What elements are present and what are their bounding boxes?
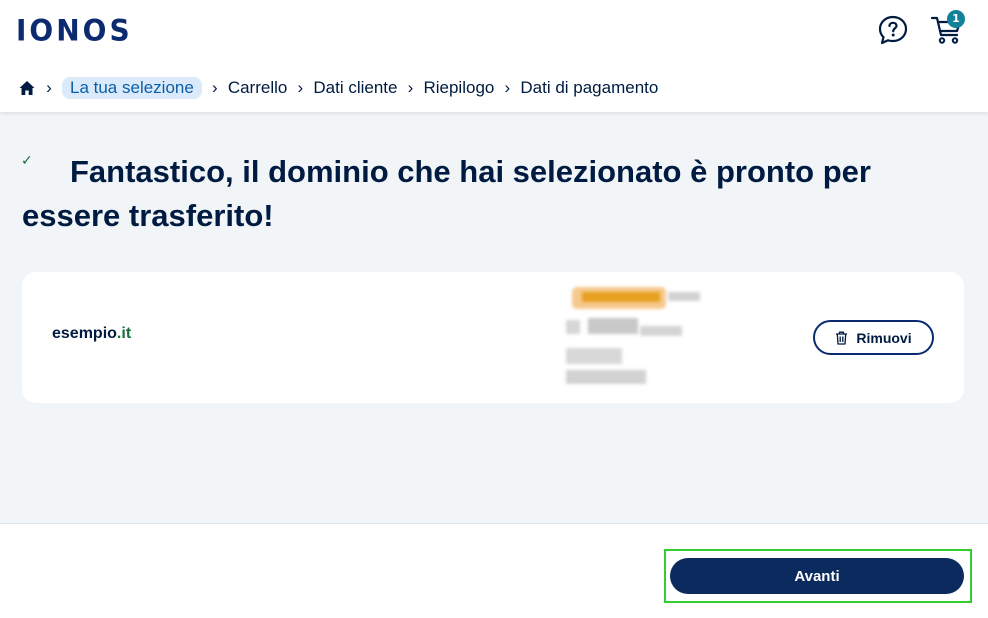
- next-button[interactable]: Avanti: [670, 558, 964, 594]
- breadcrumb: › La tua selezione › Carrello › Dati cli…: [18, 76, 658, 100]
- breadcrumb-item-payment-data[interactable]: Dati di pagamento: [520, 78, 658, 98]
- chevron-right-icon: ›: [46, 78, 52, 97]
- breadcrumb-item-selection[interactable]: La tua selezione: [62, 77, 202, 99]
- chevron-right-icon: ›: [407, 78, 414, 97]
- page-heading: Fantastico, il dominio che hai seleziona…: [22, 154, 871, 233]
- remove-button[interactable]: Rimuovi: [813, 320, 934, 355]
- domain-tld: .it: [116, 325, 132, 342]
- domain-label: esempio: [52, 325, 117, 342]
- domain-name: esempio.it: [52, 325, 131, 343]
- chevron-right-icon: ›: [211, 78, 218, 97]
- chevron-right-icon: ›: [504, 78, 511, 97]
- trash-icon: [836, 331, 848, 345]
- remove-button-label: Rimuovi: [856, 329, 912, 346]
- chevron-right-icon: ›: [297, 78, 304, 97]
- home-icon[interactable]: [18, 79, 36, 97]
- top-navigation-bar: IONOS 1 › La tua selezione › Carrello › …: [0, 0, 988, 112]
- breadcrumb-item-customer-data[interactable]: Dati cliente: [313, 78, 397, 98]
- domain-card: esempio.it Rimuovi: [22, 272, 964, 403]
- breadcrumb-item-summary[interactable]: Riepilogo: [423, 78, 494, 98]
- ionos-logo[interactable]: IONOS: [16, 13, 133, 48]
- help-chat-icon[interactable]: [877, 14, 909, 46]
- breadcrumb-item-cart[interactable]: Carrello: [228, 78, 288, 98]
- cart-count-badge: 1: [947, 10, 965, 28]
